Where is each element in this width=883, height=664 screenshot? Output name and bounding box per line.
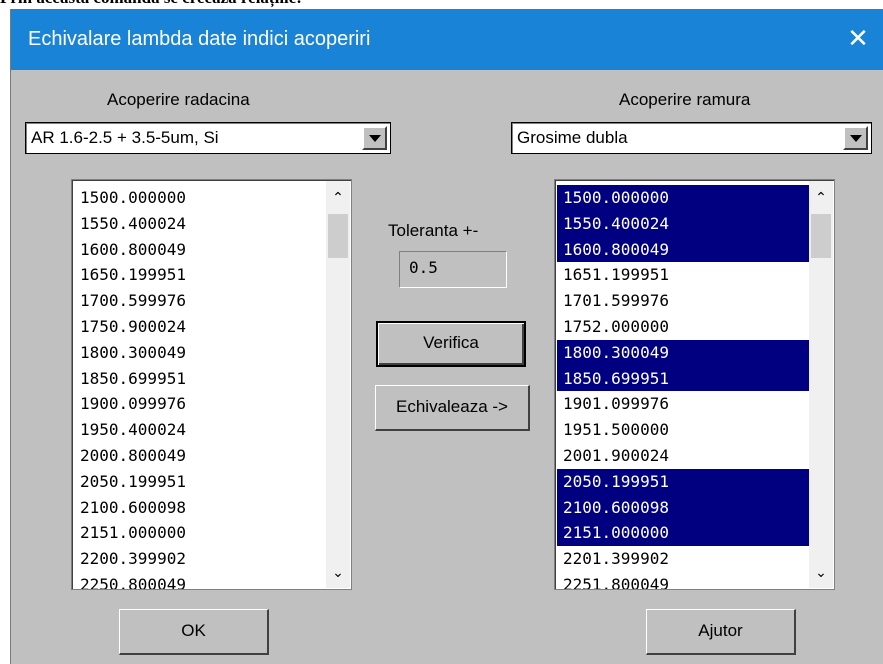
root-coating-label: Acoperire radacina [107,90,250,109]
list-item[interactable]: 1850.699951 [557,365,810,392]
list-item[interactable]: 1800.300049 [74,340,327,366]
list-item[interactable]: 1752.000000 [557,314,810,340]
scroll-down-icon[interactable]: ⌄ [326,560,350,584]
list-item[interactable]: 1900.099976 [74,391,327,417]
equalize-button[interactable]: Echivaleaza -> [375,385,530,431]
list-item[interactable]: 2001.900024 [557,443,810,469]
branch-wavelength-list[interactable]: 1500.000000 1550.400024 1600.800049 1651.19… [554,179,835,590]
list-item[interactable]: 2201.399902 [557,546,810,572]
list-item[interactable]: 2251.800049 [557,572,810,589]
root-coating-value: AR 1.6-2.5 + 3.5-5um, Si [31,128,219,147]
tolerance-input[interactable]: 0.5 [399,251,507,288]
branch-coating-select[interactable]: Grosime dubla [511,122,872,154]
help-button[interactable]: Ajutor [646,609,796,655]
list-item[interactable]: 2151.000000 [74,520,327,546]
branch-wavelength-items: 1500.000000 1550.400024 1600.800049 1651.19… [557,185,810,589]
scroll-thumb[interactable] [811,214,831,258]
list-item[interactable]: 1800.300049 [557,339,810,366]
list-item[interactable]: 2200.399902 [74,546,327,572]
list-item[interactable]: 2000.800049 [74,443,327,469]
verify-button[interactable]: Verifica [376,321,526,367]
list-item[interactable]: 1500.000000 [557,185,810,211]
list-item[interactable]: 1600.800049 [557,236,810,263]
list-item[interactable]: 2151.000000 [557,520,810,547]
scroll-up-icon[interactable]: ⌃ [809,185,833,209]
list-item[interactable]: 1701.599976 [557,288,810,314]
list-item[interactable]: 1550.400024 [74,211,327,237]
list-item[interactable]: 2100.600098 [557,494,810,521]
list-item[interactable]: 1850.699951 [74,366,327,392]
tolerance-label: Toleranta +- [388,221,479,240]
list-item[interactable]: 1500.000000 [74,185,327,211]
branch-list-scrollbar[interactable]: ⌃ ⌄ [809,181,833,588]
dialog-title: Echivalare lambda date indici acoperiri [28,28,371,50]
list-item[interactable]: 1600.800049 [74,237,327,263]
list-item[interactable]: 1700.599976 [74,288,327,314]
root-list-scrollbar[interactable]: ⌃ ⌄ [326,181,350,588]
list-item[interactable]: 1650.199951 [74,262,327,288]
list-item[interactable]: 1950.400024 [74,417,327,443]
list-item[interactable]: 2050.199951 [557,468,810,495]
list-item[interactable]: 1951.500000 [557,417,810,443]
list-item[interactable]: 1651.199951 [557,262,810,288]
root-coating-select[interactable]: AR 1.6-2.5 + 3.5-5um, Si [25,122,391,154]
scroll-down-icon[interactable]: ⌄ [809,560,833,584]
root-wavelength-list[interactable]: 1500.000000 1550.400024 1600.800049 1650.19… [71,179,352,590]
branch-coating-value: Grosime dubla [517,128,628,147]
list-item[interactable]: 1750.900024 [74,314,327,340]
dropdown-arrow-icon[interactable] [362,126,387,150]
ok-button[interactable]: OK [119,609,269,655]
list-item[interactable]: 1550.400024 [557,210,810,237]
list-item[interactable]: 2050.199951 [74,469,327,495]
document-caption: Prin această comandă se creează relațiil… [0,0,302,8]
dropdown-arrow-icon[interactable] [843,126,868,150]
list-item[interactable]: 2250.800049 [74,572,327,589]
title-bar[interactable]: Echivalare lambda date indici acoperiri … [11,9,883,70]
close-icon[interactable]: ✕ [832,9,883,70]
equalize-dialog: Echivalare lambda date indici acoperiri … [10,9,883,664]
scroll-thumb[interactable] [328,214,348,258]
scroll-up-icon[interactable]: ⌃ [326,185,350,209]
list-item[interactable]: 2100.600098 [74,495,327,521]
list-item[interactable]: 1901.099976 [557,391,810,417]
branch-coating-label: Acoperire ramura [619,90,751,109]
root-wavelength-items: 1500.000000 1550.400024 1600.800049 1650.19… [74,185,327,589]
